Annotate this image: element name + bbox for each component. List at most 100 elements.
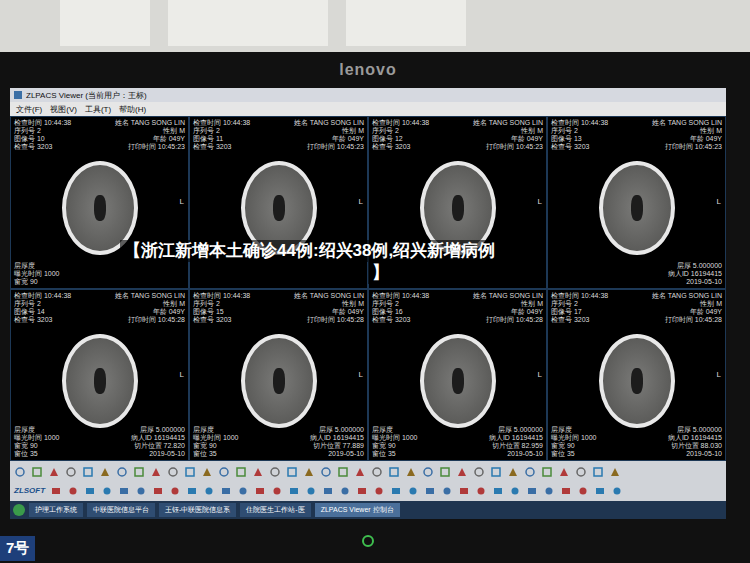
tool-icon[interactable]	[373, 485, 385, 497]
tool-icon[interactable]	[65, 466, 77, 478]
tool-icon[interactable]	[473, 466, 485, 478]
tool-icon[interactable]	[150, 466, 162, 478]
tool-icon[interactable]	[99, 466, 111, 478]
tool-icon[interactable]	[118, 485, 130, 497]
tool-icon[interactable]	[186, 485, 198, 497]
tool-icon[interactable]	[254, 485, 266, 497]
tool-icon[interactable]	[218, 466, 230, 478]
taskbar-item[interactable]: ZLPACS Viewer 控制台	[315, 503, 400, 517]
tool-icon[interactable]	[543, 485, 555, 497]
tool-icon[interactable]	[167, 466, 179, 478]
tool-icon[interactable]	[339, 485, 351, 497]
taskbar-item[interactable]: 中联医院信息平台	[87, 503, 155, 517]
tool-icon[interactable]	[303, 466, 315, 478]
tool-icon[interactable]	[611, 485, 623, 497]
tool-icon[interactable]	[388, 466, 400, 478]
tool-icon[interactable]	[201, 466, 213, 478]
tool-icon[interactable]	[507, 466, 519, 478]
paper	[346, 0, 466, 46]
tool-icon[interactable]	[390, 485, 402, 497]
taskbar-item[interactable]: 护理工作系统	[29, 503, 83, 517]
tool-icon[interactable]	[133, 466, 145, 478]
tool-icon[interactable]	[541, 466, 553, 478]
brand-logo: lenovo	[339, 61, 397, 79]
tool-icon[interactable]	[135, 485, 147, 497]
ct-panel[interactable]: 检查时间 10:44:38序列号 2图像号 15检查号 3203 姓名 TANG…	[190, 290, 367, 461]
tool-icon[interactable]	[50, 485, 62, 497]
tool-icon[interactable]	[456, 466, 468, 478]
tool-icon[interactable]	[509, 485, 521, 497]
tool-icon[interactable]	[31, 466, 43, 478]
taskbar-item[interactable]: 住院医生工作站-医	[240, 503, 310, 517]
tool-icon[interactable]	[220, 485, 232, 497]
menu-item[interactable]: 文件(F)	[16, 104, 42, 115]
tool-icon[interactable]	[116, 466, 128, 478]
tool-icon[interactable]	[305, 485, 317, 497]
tool-icon[interactable]	[594, 485, 606, 497]
tool-icon[interactable]	[288, 485, 300, 497]
tool-icon[interactable]	[441, 485, 453, 497]
image-grid: 检查时间 10:44:38序列号 2图像号 10检查号 3203 姓名 TANG…	[10, 116, 726, 461]
orientation-marker: L	[717, 370, 721, 379]
tool-icon[interactable]	[575, 466, 587, 478]
tool-icon[interactable]	[152, 485, 164, 497]
tool-icon[interactable]	[203, 485, 215, 497]
tool-icon[interactable]	[609, 466, 621, 478]
tool-icon[interactable]	[354, 466, 366, 478]
tool-icon[interactable]	[526, 485, 538, 497]
taskbar-item[interactable]: 王钰-中联医院信息系	[159, 503, 236, 517]
tool-icon[interactable]	[458, 485, 470, 497]
ct-panel[interactable]: 检查时间 10:44:38序列号 2图像号 17检查号 3203 姓名 TANG…	[548, 290, 725, 461]
tool-icon[interactable]	[560, 485, 572, 497]
paper	[168, 0, 328, 46]
tool-icon[interactable]	[82, 466, 94, 478]
menu-bar: 文件(F) 视图(V) 工具(T) 帮助(H)	[10, 102, 726, 116]
info-top-left: 检查时间 10:44:38序列号 2图像号 15检查号 3203	[193, 292, 250, 324]
tool-icon[interactable]	[67, 485, 79, 497]
tool-icon[interactable]	[271, 485, 283, 497]
tool-icon[interactable]	[475, 485, 487, 497]
info-top-right: 姓名 TANG SONG LIN性别 M年龄 049Y打印时间 10:45:28	[115, 292, 185, 324]
tool-icon[interactable]	[269, 466, 281, 478]
tool-icon[interactable]	[371, 466, 383, 478]
tool-icon[interactable]	[322, 485, 334, 497]
monitor: lenovo ZLPACS Viewer (当前用户：王标) 文件(F) 视图(V…	[0, 52, 750, 563]
tool-icon[interactable]	[592, 466, 604, 478]
tool-icon[interactable]	[235, 466, 247, 478]
tool-icon[interactable]	[422, 466, 434, 478]
tool-icon[interactable]	[286, 466, 298, 478]
photo: lenovo ZLPACS Viewer (当前用户：王标) 文件(F) 视图(V…	[0, 0, 750, 563]
start-icon[interactable]	[13, 504, 25, 516]
tool-icon[interactable]	[356, 485, 368, 497]
tool-icon[interactable]	[439, 466, 451, 478]
info-top-right: 姓名 TANG SONG LIN性别 M年龄 049Y打印时间 10:45:28	[294, 292, 364, 324]
ct-panel[interactable]: 检查时间 10:44:38序列号 2图像号 13检查号 3203 姓名 TANG…	[548, 117, 725, 288]
ct-panel[interactable]: 检查时间 10:44:38序列号 2图像号 14检查号 3203 姓名 TANG…	[11, 290, 188, 461]
tool-icon[interactable]	[407, 485, 419, 497]
menu-item[interactable]: 工具(T)	[85, 104, 111, 115]
tool-icon[interactable]	[577, 485, 589, 497]
tool-icon[interactable]	[237, 485, 249, 497]
menu-item[interactable]: 帮助(H)	[119, 104, 146, 115]
tool-icon[interactable]	[320, 466, 332, 478]
tool-icon[interactable]	[558, 466, 570, 478]
ct-panel[interactable]: 检查时间 10:44:38序列号 2图像号 16检查号 3203 姓名 TANG…	[369, 290, 546, 461]
power-icon[interactable]	[362, 535, 374, 547]
tool-icon[interactable]	[169, 485, 181, 497]
tool-icon[interactable]	[424, 485, 436, 497]
menu-item[interactable]: 视图(V)	[50, 104, 77, 115]
title-bar: ZLPACS Viewer (当前用户：王标)	[10, 88, 726, 102]
tool-icon[interactable]	[405, 466, 417, 478]
tool-icon[interactable]	[524, 466, 536, 478]
tool-icon[interactable]	[84, 485, 96, 497]
app-icon	[14, 91, 22, 99]
tool-icon[interactable]	[337, 466, 349, 478]
tool-icon[interactable]	[490, 466, 502, 478]
tool-icon[interactable]	[184, 466, 196, 478]
tool-icon[interactable]	[101, 485, 113, 497]
tool-icon[interactable]	[252, 466, 264, 478]
tool-icon[interactable]	[48, 466, 60, 478]
tool-icon[interactable]	[492, 485, 504, 497]
tool-icon[interactable]	[14, 466, 26, 478]
news-caption: 【浙江新增本土确诊44例:绍兴38例,绍兴新增病例】	[120, 240, 499, 284]
